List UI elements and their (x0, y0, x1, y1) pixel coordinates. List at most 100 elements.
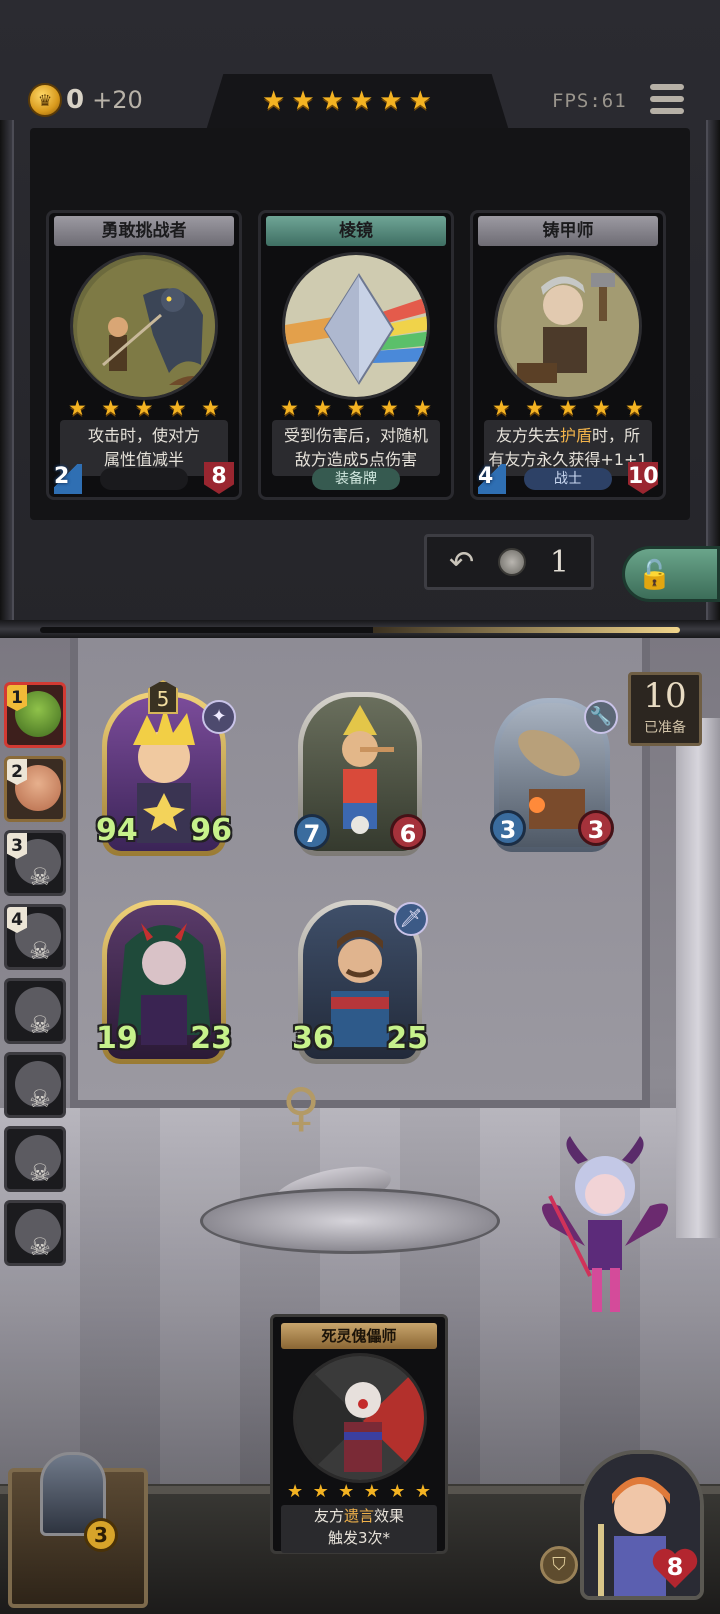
shop-frame-right (706, 120, 720, 620)
hand-card-necro-puppeteer[interactable]: 死灵傀儡师 ★ ★ ★ ★ ★ ★ 友方遗言效果 触发3次* (270, 1314, 448, 1554)
coin-value: 0 (66, 85, 85, 115)
tier-star-icon: ★ (349, 86, 374, 116)
player-slot[interactable]: ☠ (4, 1126, 66, 1192)
star-icon: ★ (591, 396, 611, 420)
player-slot[interactable]: ☠ 3 (4, 830, 66, 896)
board-minion-puppet[interactable]: 7 6 (294, 692, 426, 856)
tier-star-icon: ★ (320, 86, 344, 116)
minion-attack: 7 (294, 814, 330, 850)
minion-attack: 3 (490, 810, 526, 846)
minion-attack: 94 (96, 813, 138, 848)
board-minion-cannon[interactable]: 🔧 3 3 (490, 698, 618, 852)
tier-star-icon: ★ (408, 86, 432, 116)
star-icon: ★ (134, 396, 154, 420)
card-art-werewolf (70, 252, 218, 400)
board-minion-demon[interactable]: 19 23 (96, 900, 232, 1064)
player-rank: 4 (7, 907, 27, 933)
player-slot[interactable]: 1 (4, 682, 66, 748)
minion-health: 23 (190, 1021, 232, 1056)
minion-health: 96 (190, 813, 232, 848)
tier-star-icon: ★ (262, 86, 286, 116)
player-slot[interactable]: ☠ (4, 1200, 66, 1266)
coin-gain: +20 (92, 86, 143, 114)
board-minion-warrior[interactable]: 5 ✦ 94 96 (96, 680, 236, 856)
player-rank: 2 (7, 759, 27, 785)
card-art-armorsmith (494, 252, 642, 400)
player-rank: 1 (7, 685, 27, 711)
minion-attack: 19 (96, 1021, 138, 1056)
menu-bar-icon (650, 96, 684, 102)
minion-keyword-icon: ✦ (202, 700, 236, 734)
star-icon: ★ (201, 396, 220, 420)
turn-timer-bar (40, 627, 680, 633)
crown-coin-icon: ♛ (28, 83, 62, 117)
refresh-button[interactable]: ↶ 1 (424, 534, 594, 590)
star-icon: ★ (379, 396, 399, 420)
star-icon: ★ (287, 1481, 304, 1502)
star-icon: ★ (346, 396, 366, 420)
fps-counter: FPS:61 (552, 90, 627, 112)
star-icon: ★ (280, 396, 299, 420)
refresh-cost: 1 (549, 544, 569, 580)
coin-counter: ♛ 0 +20 (28, 82, 143, 118)
menu-button[interactable] (648, 80, 686, 118)
card-art-clown-puppet (293, 1353, 427, 1483)
card-tag-equipment: 装备牌 (312, 468, 400, 490)
card-tag-class: 战士 (524, 468, 612, 490)
player-slot[interactable]: ☠ (4, 978, 66, 1044)
demon-girl-character (530, 1136, 680, 1326)
player-slot[interactable]: ☠ (4, 1052, 66, 1118)
star-icon: ★ (558, 396, 578, 420)
player-slot[interactable]: ☠ 4 (4, 904, 66, 970)
star-icon: ★ (414, 1481, 431, 1502)
chest-count: 3 (84, 1518, 118, 1552)
card-title: 死灵傀儡师 (281, 1323, 437, 1349)
tier-star-icon: ★ (379, 86, 403, 116)
skull-icon: ☠ (29, 1085, 51, 1113)
card-art-prism (282, 252, 430, 400)
pillar (676, 718, 720, 1238)
card-stars: ★ ★ ★ ★ ★ (280, 396, 432, 420)
skull-icon: ☠ (29, 863, 51, 891)
card-description: 友方遗言效果 触发3次* (281, 1505, 437, 1553)
ready-players-counter: 10 已准备 (628, 672, 702, 746)
shop-card-prism[interactable]: 棱镜 ★ ★ ★ ★ ★ 受到伤害后，对随机 敌方造成5点伤害 装备牌 (258, 210, 454, 500)
minion-health: 25 (386, 1021, 428, 1056)
coin-icon (498, 548, 527, 576)
star-icon: ★ (389, 1481, 406, 1502)
shop-card-brave-challenger[interactable]: 勇敢挑战者 ★ ★ ★ ★ ★ 攻击时，使对方 属性值减半 2 8 (46, 210, 242, 500)
menu-bar-icon (650, 108, 684, 114)
ready-count: 10 (643, 676, 687, 716)
freeze-shop-button[interactable]: 🔓 (622, 546, 720, 602)
music-box-base (200, 1188, 500, 1254)
card-title: 勇敢挑战者 (54, 216, 234, 246)
hero-power-shield-icon[interactable]: ⛉ (540, 1546, 578, 1584)
wrench-icon: 🔧 (584, 700, 618, 734)
star-icon: ★ (338, 1481, 355, 1502)
star-icon: ★ (492, 396, 511, 420)
tier-star-icon: ★ (291, 86, 315, 116)
board-minion-swordsman[interactable]: 🗡 36 25 (292, 900, 428, 1064)
star-icon: ★ (101, 396, 121, 420)
card-title: 铸甲师 (478, 216, 658, 246)
refresh-icon: ↶ (449, 544, 475, 580)
card-title: 棱镜 (266, 216, 446, 246)
star-icon: ★ (363, 1481, 380, 1502)
card-tag (100, 468, 188, 490)
star-icon: ★ (413, 396, 432, 420)
star-icon: ★ (68, 396, 87, 420)
shop-card-armorsmith[interactable]: 铸甲师 ★ ★ ★ ★ ★ 友方失去护盾时，所 有友方永久获得+1+1 战士 4 10 (470, 210, 666, 500)
tavern-tier-stars: ★ ★ ★ ★ ★ ★ (262, 86, 432, 116)
ballerina-figure-icon: ♀ (282, 1078, 321, 1138)
player-slot[interactable]: 2 (4, 756, 66, 822)
music-box-stage: ♀ (200, 1078, 500, 1254)
player-rank: 3 (7, 833, 27, 859)
card-attack: 4 (478, 464, 506, 494)
star-icon: ★ (312, 1481, 329, 1502)
sword-icon: 🗡 (394, 902, 428, 936)
card-stars: ★ ★ ★ ★ ★ (492, 396, 644, 420)
card-stars: ★ ★ ★ ★ ★ ★ (287, 1481, 431, 1502)
menu-bar-icon (650, 84, 684, 90)
minion-health: 6 (390, 814, 426, 850)
lock-icon: 🔓 (637, 557, 672, 591)
